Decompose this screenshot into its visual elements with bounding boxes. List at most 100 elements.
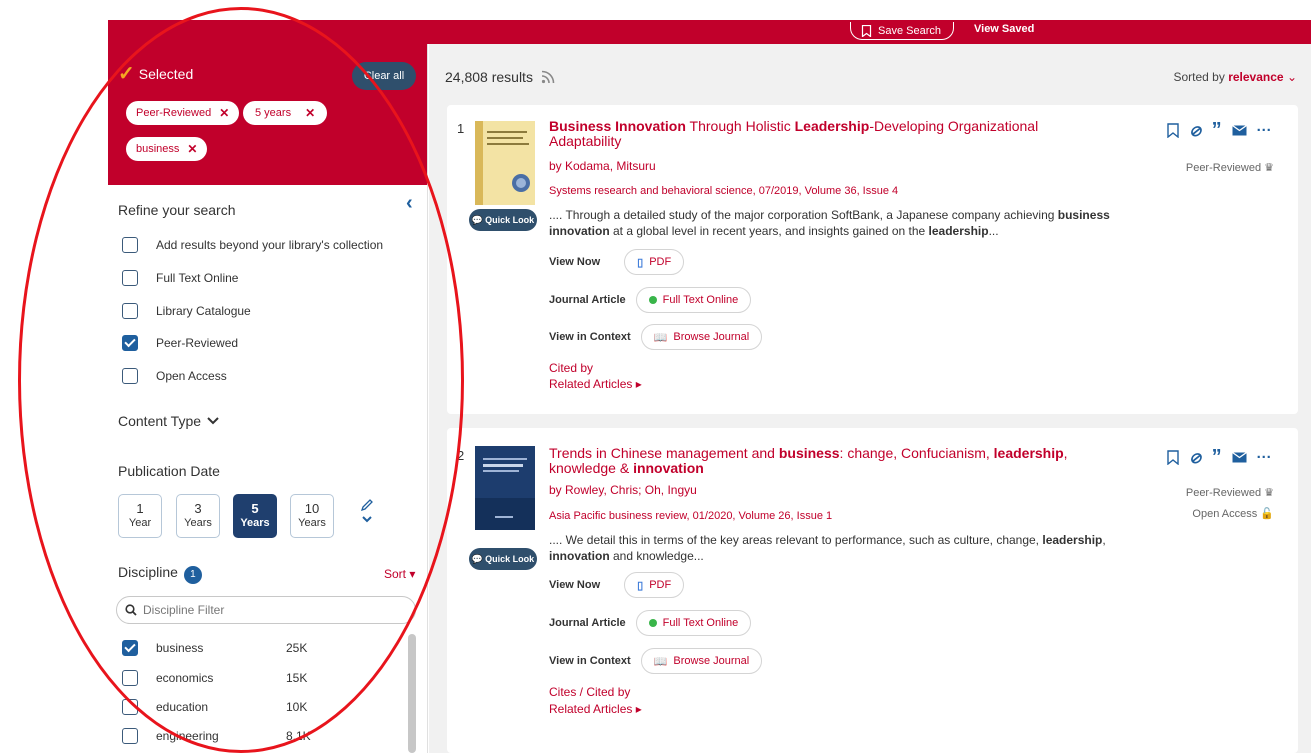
pencil-icon[interactable] [360,498,374,512]
discipline-count-badge: 1 [183,565,202,584]
checkbox[interactable] [122,670,138,686]
result-title-link[interactable]: Trends in Chinese management and busines… [549,446,1109,476]
view-now-row: View Now ▯ PDF [549,249,685,275]
result-actions: ⊘ ” ··· [1167,119,1272,142]
checkbox-checked[interactable] [122,640,138,656]
result-snippet: .... We detail this in terms of the key … [549,532,1149,564]
result-card: 1 💬 Quick Look Business Innovation Throu… [447,105,1298,414]
chip-label: 5 years [255,107,292,119]
title-part: business [778,445,840,461]
discipline-item-economics[interactable]: economics 15K [122,670,326,686]
peer-reviewed-tag: Peer-Reviewed ♛ [1186,486,1274,499]
chip-5-years[interactable]: 5 years ✕ [243,101,328,125]
pdf-button[interactable]: ▯ PDF [624,572,685,598]
related-articles-link[interactable]: Related Articles ▸ [549,701,642,717]
bookmark-icon[interactable] [1167,450,1179,465]
sidebar-scrollbar[interactable] [408,634,416,753]
browse-journal-button[interactable]: 📖 Browse Journal [640,324,763,350]
view-in-context-label: View in Context [549,655,631,667]
email-icon[interactable] [1231,125,1247,136]
availability-dot-icon [648,296,657,304]
discipline-item-engineering[interactable]: engineering 8.1K [122,728,326,744]
checkbox[interactable] [122,237,138,253]
filter-full-text-online[interactable]: Full Text Online [122,270,238,286]
result-source-link[interactable]: Asia Pacific business review, 01/2020, V… [549,510,832,522]
full-text-online-button[interactable]: Full Text Online [635,287,752,313]
full-text-label: Full Text Online [662,617,739,629]
discipline-count: 25K [286,641,308,655]
filter-peer-reviewed[interactable]: Peer-Reviewed [122,335,238,351]
filter-library-catalogue[interactable]: Library Catalogue [122,303,251,319]
checkbox[interactable] [122,368,138,384]
result-title-link[interactable]: Business Innovation Through Holistic Lea… [549,119,1109,149]
title-part: innovation [633,460,704,476]
checkbox[interactable] [122,699,138,715]
chevron-down-icon[interactable] [362,516,372,523]
checkbox[interactable] [122,270,138,286]
year-3-button[interactable]: 3 Years [176,494,220,538]
result-source-link[interactable]: Systems research and behavioral science,… [549,185,898,197]
discipline-item-education[interactable]: education 10K [122,699,326,715]
more-icon[interactable]: ··· [1257,449,1272,466]
remove-icon[interactable]: ✕ [219,106,229,120]
cited-by-link[interactable]: Cited by [549,360,593,376]
selected-label: Selected [138,66,194,82]
email-icon[interactable] [1231,452,1247,463]
journal-cover-thumbnail[interactable] [475,121,535,205]
browse-journal-button[interactable]: 📖 Browse Journal [640,648,763,674]
more-icon[interactable]: ··· [1257,122,1272,139]
sort-label: Sort [384,567,407,581]
snippet-part: ... [988,224,999,238]
link-icon[interactable]: ⊘ [1189,122,1202,140]
save-search-button[interactable]: Save Search [850,22,954,40]
chip-business[interactable]: business ✕ [126,137,208,161]
result-author-link[interactable]: by Rowley, Chris; Oh, Ingyu [549,483,697,497]
year-num: 3 [194,501,202,516]
quick-look-button[interactable]: 💬 Quick Look [469,209,537,231]
rss-icon[interactable] [541,70,555,84]
snippet-part: leadership [928,224,989,238]
remove-icon[interactable]: ✕ [305,106,315,120]
year-5-button[interactable]: 5 Years [233,494,277,538]
full-text-online-button[interactable]: Full Text Online [635,610,752,636]
link-icon[interactable]: ⊘ [1189,449,1202,467]
result-count: 24,808 results [445,69,555,85]
quick-look-button[interactable]: 💬 Quick Look [469,548,537,570]
checkmark-icon: ✓ [118,63,135,85]
search-icon [125,604,137,616]
checkbox[interactable] [122,303,138,319]
view-saved-link[interactable]: View Saved [974,20,1034,40]
remove-icon[interactable]: ✕ [187,142,197,156]
related-articles-link[interactable]: Related Articles ▸ [549,376,642,392]
discipline-count: 15K [286,671,308,685]
content-type-toggle[interactable]: Content Type [118,413,219,429]
clear-all-button[interactable]: Clear all [352,62,416,90]
journal-cover-thumbnail[interactable] [475,446,535,530]
cites-cited-by-link[interactable]: Cites / Cited by [549,684,630,700]
cite-icon[interactable]: ” [1212,119,1222,142]
checkbox[interactable] [122,728,138,744]
year-1-button[interactable]: 1 Year [118,494,162,538]
chip-label: business [136,143,180,155]
publication-date-title: Publication Date [118,463,220,479]
filter-open-access[interactable]: Open Access [122,368,227,384]
pdf-button[interactable]: ▯ PDF [624,249,685,275]
chip-peer-reviewed[interactable]: Peer-Reviewed ✕ [126,101,240,125]
peer-reviewed-icon: ♛ [1264,487,1274,499]
filter-beyond-library[interactable]: Add results beyond your library's collec… [122,237,383,253]
view-in-context-row: View in Context 📖 Browse Journal [549,324,763,350]
year-10-button[interactable]: 10 Years [290,494,334,538]
cite-icon[interactable]: ” [1212,446,1222,469]
title-part: : change, Confucianism, [839,445,994,461]
result-author-link[interactable]: by Kodama, Mitsuru [549,159,656,173]
quick-look-label: Quick Look [485,554,535,564]
discipline-item-business[interactable]: business 25K [122,640,326,656]
collapse-sidebar-icon[interactable]: ‹ [406,192,413,215]
snippet-part: .... Through a detailed study of the maj… [549,208,1058,222]
discipline-name: economics [156,671,214,685]
bookmark-icon[interactable] [1167,123,1179,138]
discipline-sort-button[interactable]: Sort ▾ [384,567,415,581]
sort-dropdown[interactable]: Sorted by relevance ⌄ [1173,70,1297,84]
discipline-filter-input[interactable]: Discipline Filter [116,596,416,624]
checkbox-checked[interactable] [122,335,138,351]
